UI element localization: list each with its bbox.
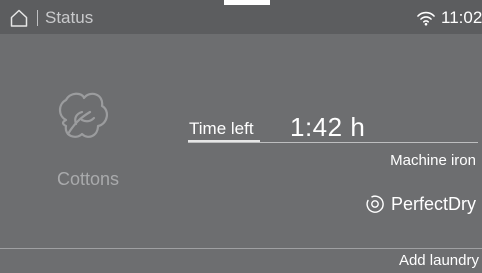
footer-divider (0, 248, 482, 249)
perfectdry-option[interactable]: PerfectDry (365, 192, 476, 216)
status-screen: Status 11:02 Cottons Time left 1:42 h Ma… (0, 0, 482, 273)
home-icon[interactable] (10, 9, 28, 27)
cotton-icon (58, 92, 108, 138)
top-indicator (224, 0, 270, 5)
program-name[interactable]: Cottons (57, 169, 119, 189)
add-laundry-button[interactable]: Add laundry (399, 253, 479, 269)
perfectdry-label: PerfectDry (390, 194, 476, 214)
time-separator (188, 142, 478, 143)
clock: 11:02 (441, 8, 482, 27)
option-machine-iron[interactable]: Machine iron (390, 153, 476, 169)
page-title: Status (45, 8, 94, 27)
header-divider (37, 10, 38, 26)
time-left-value[interactable]: 1:42 h (290, 113, 365, 141)
time-left-label: Time left (189, 119, 254, 138)
top-bar: Status 11:02 (0, 0, 482, 34)
wifi-icon (417, 11, 435, 26)
perfectdry-icon (366, 195, 384, 213)
